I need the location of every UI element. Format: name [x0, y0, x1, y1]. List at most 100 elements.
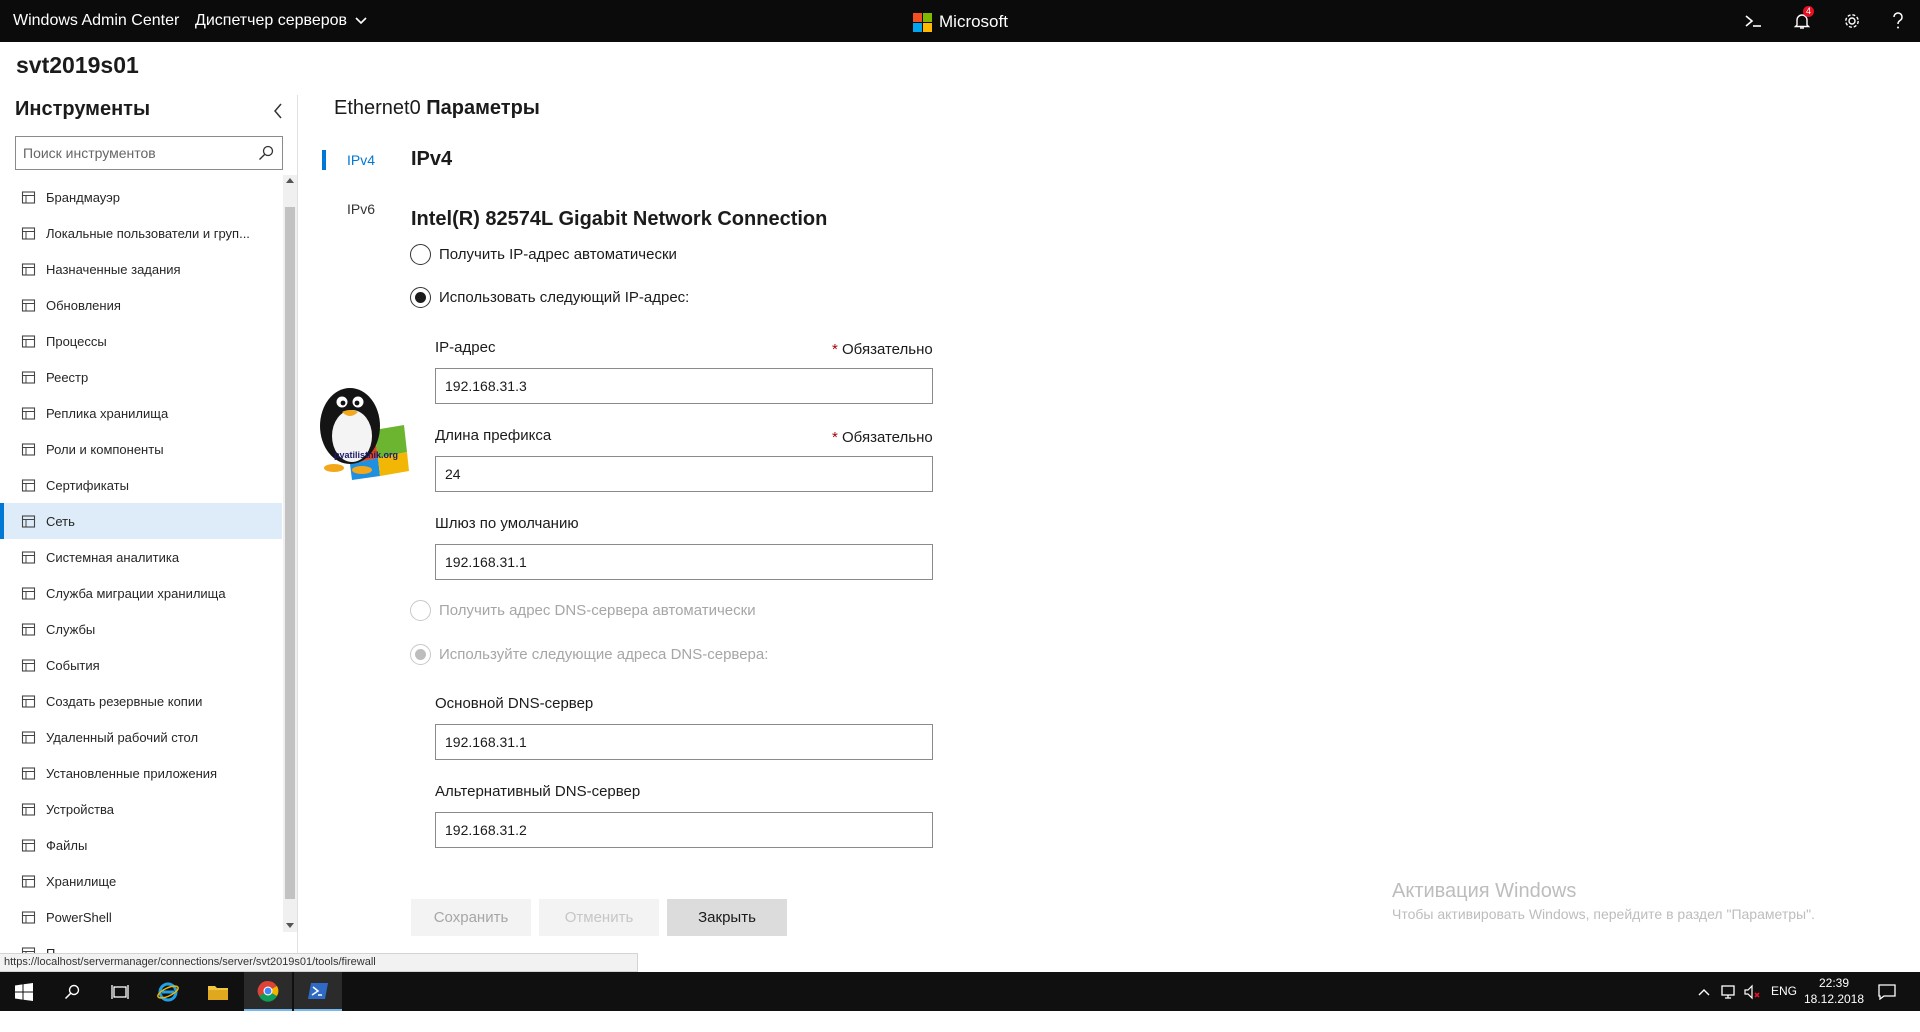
task-view-icon — [111, 984, 129, 999]
sidebar-item[interactable]: Процессы — [0, 323, 282, 359]
sidebar-item[interactable]: Создать резервные копии — [0, 683, 282, 719]
action-center-icon[interactable] — [1877, 982, 1897, 1002]
sidebar-item-label: Хранилище — [46, 873, 117, 889]
help-icon[interactable] — [1885, 9, 1911, 33]
sidebar-item[interactable]: Локальные пользователи и груп... — [0, 215, 282, 251]
cancel-button[interactable]: Отменить — [539, 899, 659, 936]
tab-ipv4[interactable]: IPv4 — [322, 148, 382, 172]
sidebar-item-label: Системная аналитика — [46, 549, 180, 565]
file-explorer-button[interactable] — [194, 972, 242, 1011]
search-taskbar-button[interactable] — [48, 972, 96, 1011]
tool-search-input[interactable] — [16, 138, 246, 168]
radio-auto-ip[interactable]: Получить IP-адрес автоматически — [410, 244, 677, 265]
sidebar-item-label: Назначенные задания — [46, 261, 181, 277]
notifications-bell-icon[interactable]: 4 — [1789, 6, 1815, 33]
tab-ipv6[interactable]: IPv6 — [322, 197, 382, 221]
clock-date: 18.12.2018 — [1803, 992, 1865, 1006]
sidebar-scrollbar[interactable] — [283, 175, 297, 932]
ip-required-note: * Обязательно — [832, 341, 933, 358]
sidebar-item[interactable]: Сертификаты — [0, 467, 282, 503]
radio-auto-ip-label: Получить IP-адрес автоматически — [439, 246, 677, 263]
prefix-length-input[interactable] — [435, 456, 933, 492]
sidebar-item[interactable]: Сеть — [0, 503, 282, 539]
firewall-icon — [20, 189, 36, 205]
search-icon[interactable] — [258, 145, 274, 161]
sidebar-item[interactable]: События — [0, 647, 282, 683]
sidebar-item[interactable]: Хранилище — [0, 863, 282, 899]
sidebar-item-label: Удаленный рабочий стол — [46, 729, 199, 745]
server-manager-menu-label: Диспетчер серверов — [195, 12, 348, 29]
clock-time: 22:39 — [1818, 976, 1850, 990]
backup-icon — [20, 693, 36, 709]
server-manager-menu[interactable]: Диспетчер серверов — [195, 12, 367, 30]
events-icon — [20, 657, 36, 673]
show-hidden-icons-chevron-icon[interactable] — [1694, 982, 1714, 1002]
sidebar-item-label: Файлы — [46, 837, 88, 853]
sidebar-item-label: PowerShell — [46, 909, 112, 925]
registry-icon — [20, 369, 36, 385]
sidebar-item-label: Устройства — [46, 801, 115, 817]
start-button[interactable] — [0, 972, 48, 1011]
sidebar-item[interactable]: Служба миграции хранилища — [0, 575, 282, 611]
storage-icon — [20, 873, 36, 889]
page-heading: Ethernet0 Параметры — [334, 97, 540, 120]
network-icon — [20, 513, 36, 529]
sidebar-item[interactable]: Назначенные задания — [0, 251, 282, 287]
sidebar-item[interactable]: Службы — [0, 611, 282, 647]
microsoft-brand: Microsoft — [913, 12, 1008, 32]
task-view-button[interactable] — [96, 972, 144, 1011]
scroll-down-arrow-icon[interactable] — [286, 923, 294, 928]
scrollbar-thumb[interactable] — [285, 207, 295, 899]
tool-search-box[interactable] — [15, 136, 283, 170]
collapse-sidebar-button[interactable] — [268, 99, 288, 123]
chevron-down-icon — [355, 17, 367, 25]
internet-explorer-button[interactable] — [144, 972, 192, 1011]
sidebar-item[interactable]: Удаленный рабочий стол — [0, 719, 282, 755]
primary-dns-label: Основной DNS-сервер — [435, 695, 594, 712]
sidebar-item[interactable]: PowerShell — [0, 899, 282, 935]
gear-icon[interactable] — [1839, 9, 1865, 33]
sidebar-item[interactable]: Реестр — [0, 359, 282, 395]
app-title[interactable]: Windows Admin Center — [13, 12, 179, 30]
powershell-prompt-icon[interactable] — [1740, 9, 1766, 33]
top-header-bar: Windows Admin Center Диспетчер серверов … — [0, 0, 1920, 42]
sidebar-item[interactable]: Установленные приложения — [0, 755, 282, 791]
windows-activation-watermark: Активация Windows Чтобы активировать Win… — [1392, 880, 1815, 922]
default-gateway-input[interactable] — [435, 544, 933, 580]
sidebar-item[interactable]: Брандмауэр — [0, 179, 282, 215]
close-button[interactable]: Закрыть — [667, 899, 787, 936]
primary-dns-input[interactable] — [435, 724, 933, 760]
devices-icon — [20, 801, 36, 817]
sidebar-item[interactable]: Реплика хранилища — [0, 395, 282, 431]
sidebar-item[interactable]: Роли и компоненты — [0, 431, 282, 467]
tool-list: Брандмауэр Локальные пользователи и груп.… — [0, 179, 282, 1032]
clock[interactable]: 22:39 18.12.2018 — [1800, 975, 1868, 1007]
ip-address-input[interactable] — [435, 368, 933, 404]
search-icon — [64, 984, 80, 999]
input-language-indicator[interactable]: ENG — [1771, 984, 1797, 998]
sidebar-item[interactable]: Файлы — [0, 827, 282, 863]
radio-manual-dns-circle — [410, 644, 431, 665]
internet-explorer-icon — [157, 982, 179, 1001]
save-button[interactable]: Сохранить — [411, 899, 531, 936]
sidebar-item[interactable]: Системная аналитика — [0, 539, 282, 575]
adapter-heading-name: Ethernet0 — [334, 97, 421, 119]
scroll-up-arrow-icon[interactable] — [286, 178, 294, 183]
status-bar-url: https://localhost/servermanager/connecti… — [0, 953, 638, 972]
remote-desktop-icon — [20, 729, 36, 745]
sidebar-item[interactable]: Обновления — [0, 287, 282, 323]
volume-muted-icon[interactable] — [1742, 982, 1762, 1002]
migration-icon — [20, 585, 36, 601]
radio-manual-ip[interactable]: Использовать следующий IP-адрес: — [410, 287, 689, 308]
tools-title: Инструменты — [15, 98, 151, 120]
network-tray-icon[interactable] — [1718, 982, 1738, 1002]
chrome-button[interactable] — [244, 972, 292, 1011]
sidebar-item[interactable]: Устройства — [0, 791, 282, 827]
server-name-title: svt2019s01 — [16, 52, 139, 78]
radio-manual-ip-circle[interactable] — [410, 287, 431, 308]
adapter-name: Intel(R) 82574L Gigabit Network Connecti… — [411, 208, 828, 230]
radio-auto-ip-circle[interactable] — [410, 244, 431, 265]
powershell-taskbar-button[interactable] — [294, 972, 342, 1011]
sidebar-item-label: Брандмауэр — [46, 189, 120, 205]
alternate-dns-input[interactable] — [435, 812, 933, 848]
